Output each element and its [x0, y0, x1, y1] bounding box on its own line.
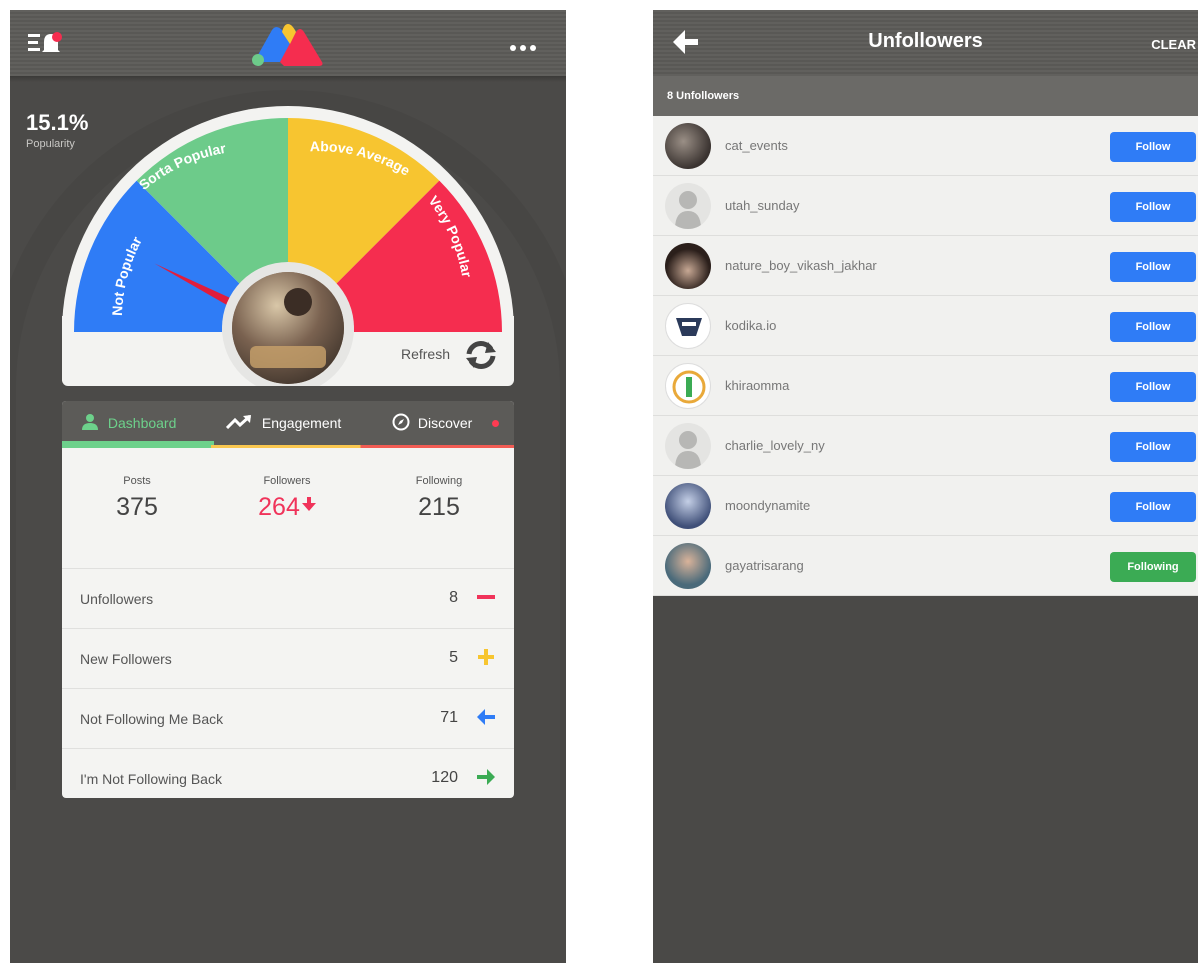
plus-icon: [476, 647, 496, 667]
list-item[interactable]: kodika.io Follow: [653, 296, 1198, 356]
minus-icon: [476, 587, 496, 607]
following-value: 215: [418, 493, 460, 521]
page-title: Unfollowers: [868, 30, 983, 52]
trending-up-icon: [225, 414, 252, 430]
app-logo: [252, 24, 323, 66]
follow-button[interactable]: Follow: [1110, 252, 1196, 282]
im-not-following-back-count: 120: [431, 769, 458, 786]
tab-dashboard-label: Dashboard: [107, 415, 177, 431]
not-following-me-back-count: 71: [440, 709, 458, 726]
following-label: Following: [415, 475, 463, 487]
follow-button[interactable]: Follow: [1110, 312, 1196, 342]
follow-button[interactable]: Follow: [1110, 192, 1196, 222]
compass-icon: [392, 413, 410, 431]
tab-discover[interactable]: Discover: [392, 401, 472, 445]
username[interactable]: utah_sunday: [725, 198, 799, 213]
unfollowers-row[interactable]: Unfollowers 8: [62, 568, 514, 628]
khiraomma-logo-icon: [672, 370, 706, 404]
username[interactable]: kodika.io: [725, 318, 776, 333]
list-item[interactable]: khiraomma Follow: [653, 356, 1198, 416]
refresh-icon[interactable]: [464, 340, 498, 370]
tab-engagement[interactable]: Engagement: [225, 401, 342, 445]
username[interactable]: cat_events: [725, 138, 788, 153]
default-avatar-icon: [675, 431, 701, 469]
avatar[interactable]: [665, 183, 711, 229]
arrow-down-icon: [301, 497, 316, 511]
avatar[interactable]: [665, 423, 711, 469]
followers-label: Followers: [263, 475, 311, 487]
unfollowers-count: 8: [449, 589, 458, 606]
tab-bar: Dashboard Engagement Discover: [62, 401, 514, 445]
not-following-me-back-label: Not Following Me Back: [80, 711, 224, 727]
refresh-label[interactable]: Refresh: [401, 346, 450, 362]
dashboard-screen: 15.1% Popularity Not Popular Sorta Popul…: [10, 10, 566, 963]
popularity-gauge: Not Popular Sorta Popular Above Average …: [62, 106, 514, 386]
tab-discover-label: Discover: [417, 415, 473, 431]
new-followers-label: New Followers: [80, 651, 172, 667]
username[interactable]: khiraomma: [725, 378, 789, 393]
posts-stat: Posts 375: [62, 475, 212, 522]
gauge-chart: Not Popular Sorta Popular Above Average …: [62, 106, 514, 386]
avatar[interactable]: [665, 303, 711, 349]
username[interactable]: charlie_lovely_ny: [725, 438, 825, 453]
kodika-logo-icon: [676, 318, 702, 336]
list-item[interactable]: charlie_lovely_ny Follow: [653, 416, 1198, 476]
avatar[interactable]: [665, 123, 711, 169]
unfollowers-count-label: 8 Unfollowers: [667, 90, 740, 102]
clear-button[interactable]: CLEAR: [1151, 37, 1196, 52]
list-item[interactable]: moondynamite Follow: [653, 476, 1198, 536]
avatar[interactable]: [665, 543, 711, 589]
tab-dashboard[interactable]: Dashboard: [82, 401, 176, 445]
username[interactable]: nature_boy_vikash_jakhar: [725, 258, 877, 273]
unfollowers-list: cat_events Follow utah_sunday Follow nat…: [653, 116, 1198, 596]
stats-card: Dashboard Engagement Discover Posts 375 …: [62, 401, 514, 798]
notification-dot: [492, 420, 499, 427]
avatar[interactable]: [665, 483, 711, 529]
profile-avatar[interactable]: [232, 272, 344, 384]
im-not-following-back-label: I'm Not Following Back: [80, 771, 222, 787]
person-icon: [82, 414, 98, 430]
follow-button[interactable]: Follow: [1110, 132, 1196, 162]
new-followers-row[interactable]: New Followers 5: [62, 628, 514, 688]
unfollowers-screen: Unfollowers CLEAR 8 Unfollowers cat_even…: [653, 10, 1198, 963]
notifications-menu-icon[interactable]: [28, 30, 62, 56]
follow-button[interactable]: Follow: [1110, 372, 1196, 402]
not-following-me-back-row[interactable]: Not Following Me Back 71: [62, 688, 514, 748]
unfollowers-label: Unfollowers: [80, 591, 154, 607]
avatar[interactable]: [665, 363, 711, 409]
list-item[interactable]: utah_sunday Follow: [653, 176, 1198, 236]
posts-value: 375: [116, 493, 158, 521]
default-avatar-icon: [675, 191, 701, 229]
im-not-following-back-row[interactable]: I'm Not Following Back 120: [62, 748, 514, 798]
arrow-right-icon: [476, 767, 496, 787]
follow-button[interactable]: Follow: [1110, 432, 1196, 462]
list-item[interactable]: gayatrisarang Following: [653, 536, 1198, 596]
list-item[interactable]: nature_boy_vikash_jakhar Follow: [653, 236, 1198, 296]
followers-value: 264: [258, 493, 300, 521]
arrow-left-icon: [476, 707, 496, 727]
more-options-icon[interactable]: [510, 38, 544, 51]
new-followers-count: 5: [449, 649, 458, 666]
following-stat: Following 215: [364, 475, 514, 522]
followers-stat: Followers 264: [212, 475, 362, 522]
following-button[interactable]: Following: [1110, 552, 1196, 582]
list-item[interactable]: cat_events Follow: [653, 116, 1198, 176]
follow-button[interactable]: Follow: [1110, 492, 1196, 522]
username[interactable]: gayatrisarang: [725, 558, 804, 573]
avatar[interactable]: [665, 243, 711, 289]
unfollowers-count-header: 8 Unfollowers: [653, 76, 1198, 116]
tab-engagement-label: Engagement: [261, 415, 342, 431]
username[interactable]: moondynamite: [725, 498, 810, 513]
posts-label: Posts: [123, 475, 151, 487]
